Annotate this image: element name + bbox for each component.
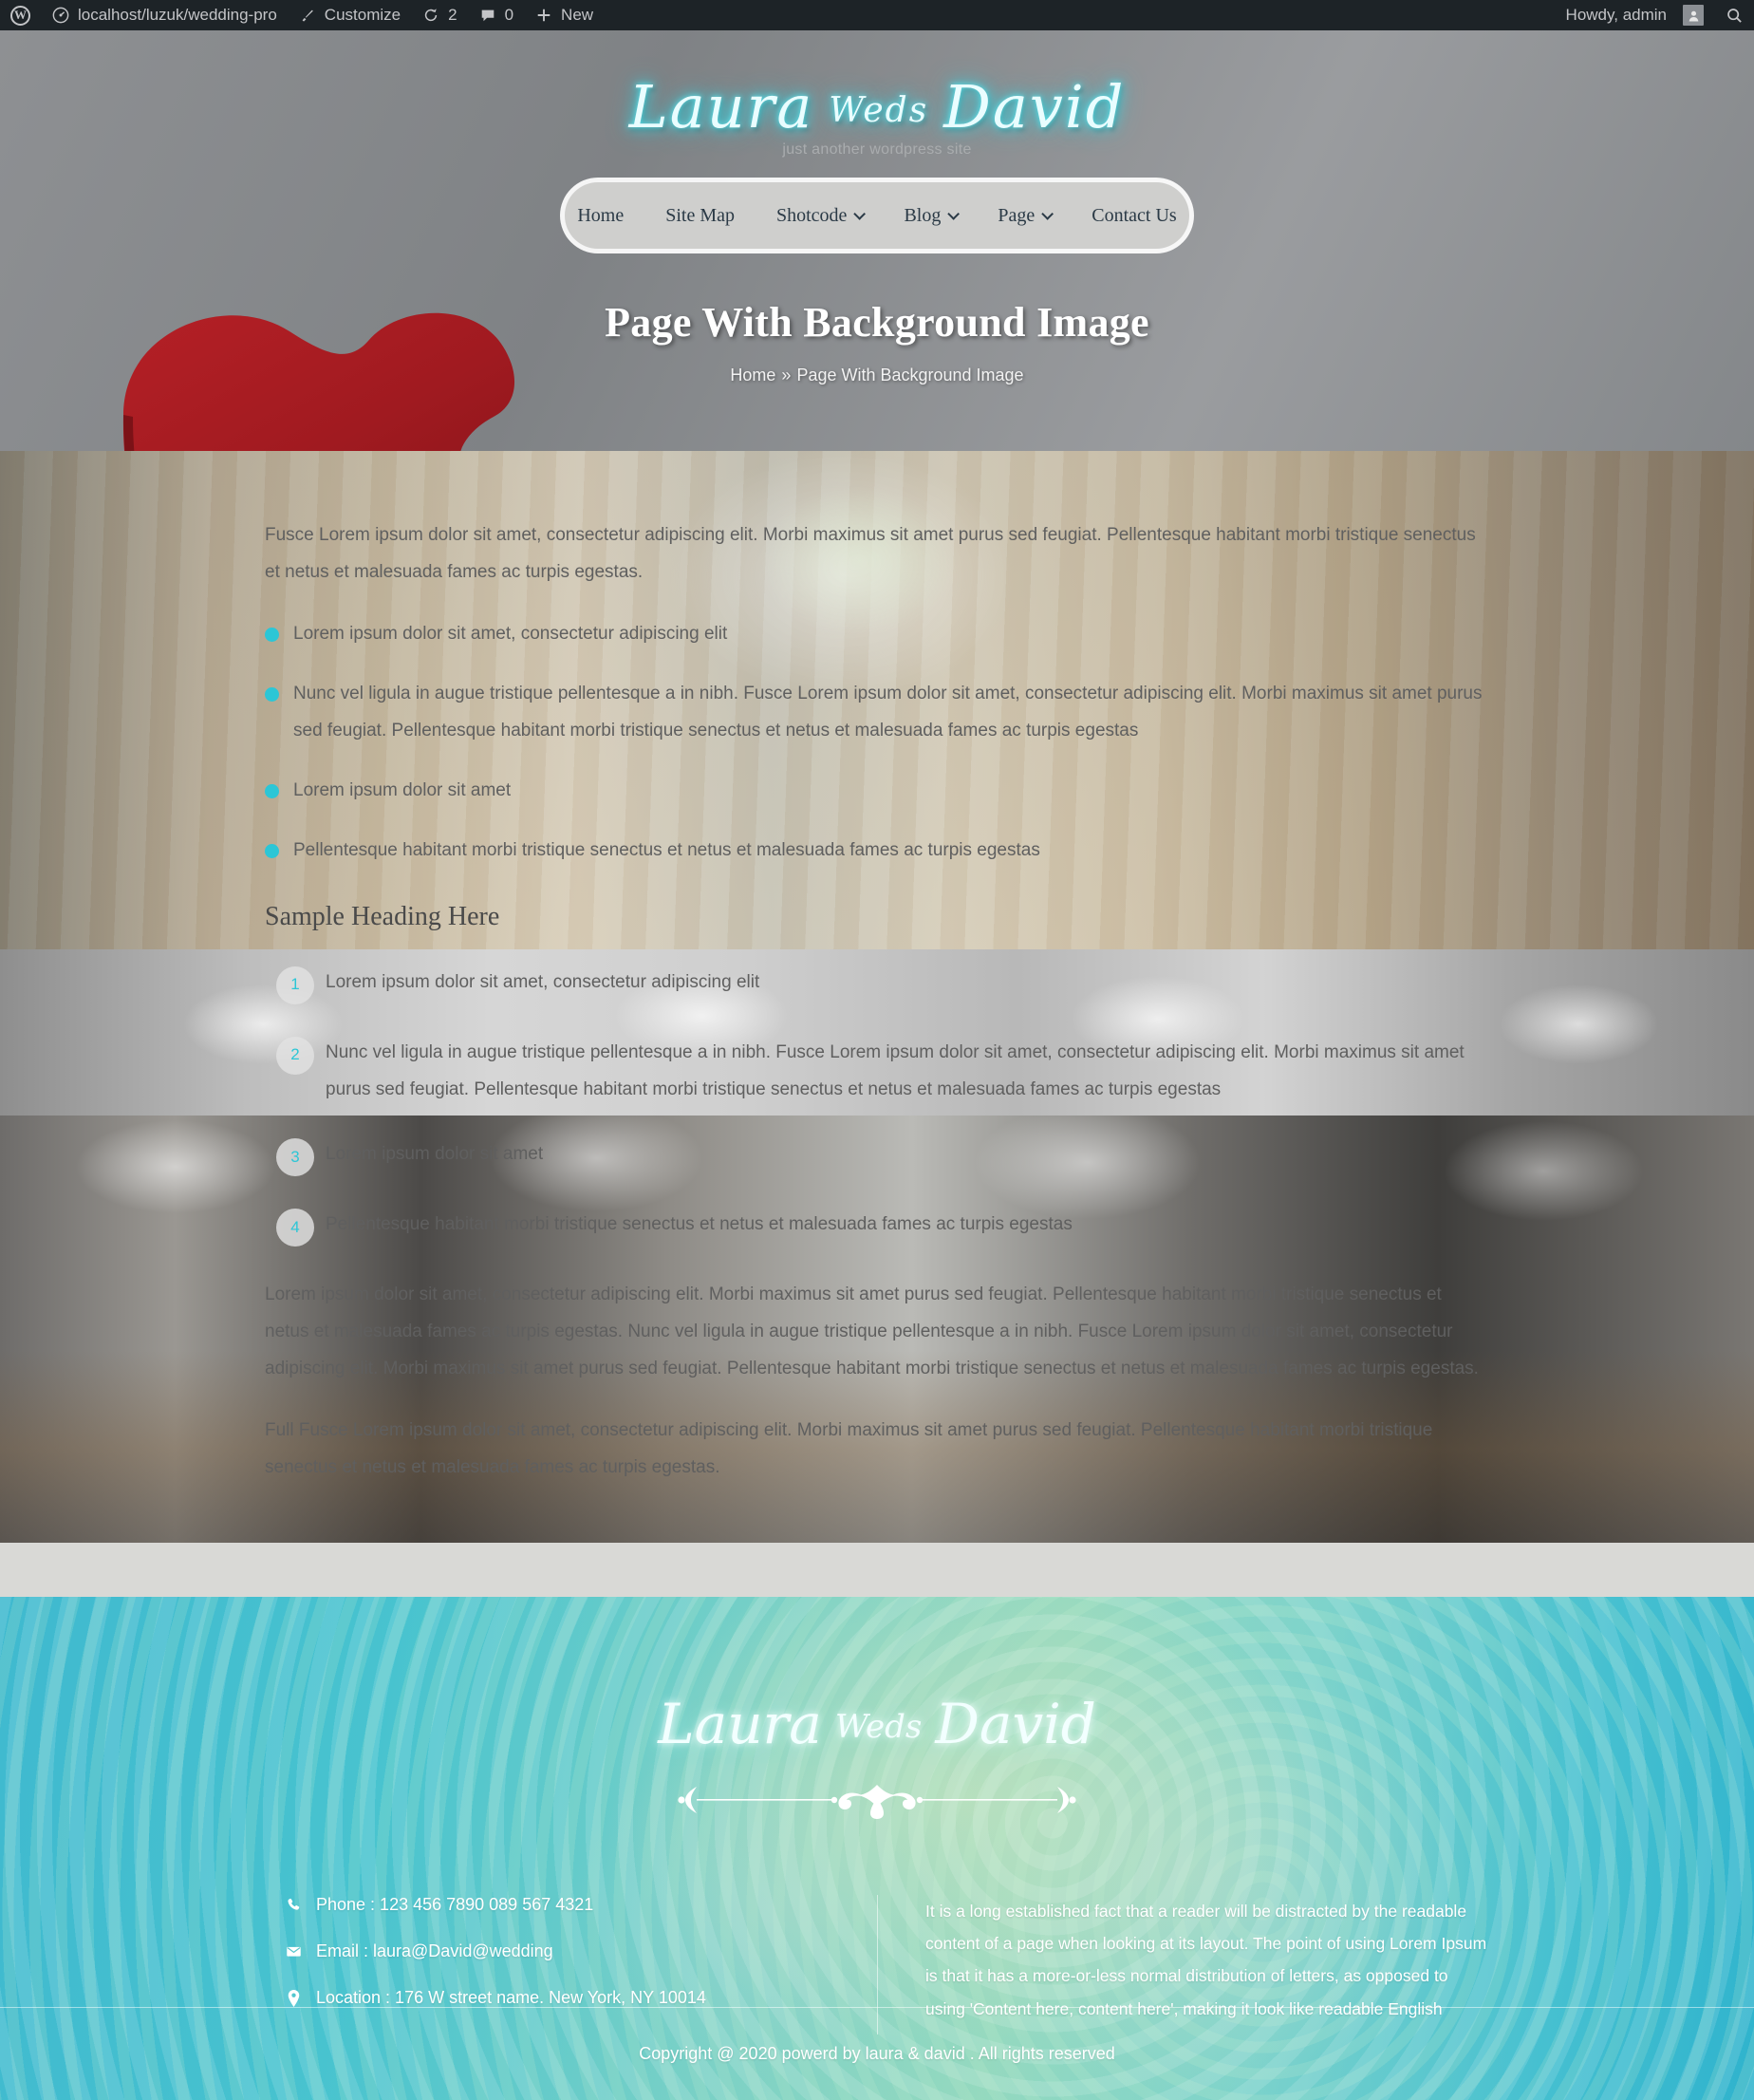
- copyright-text: Copyright @ 2020 powerd by laura & david…: [639, 2044, 1115, 2064]
- comments-link[interactable]: 0: [468, 0, 524, 30]
- page-header: Page With Background Image Home» Page Wit…: [0, 249, 1754, 385]
- list-number-badge: 1: [276, 966, 314, 1004]
- footer-location-row: Location : 176 W street name. New York, …: [284, 1988, 877, 2008]
- nav-label: Contact Us: [1092, 204, 1177, 226]
- site-title[interactable]: Laura Weds David: [0, 76, 1754, 138]
- ornamental-divider-icon: [678, 1785, 1076, 1820]
- breadcrumb-home-link[interactable]: Home: [730, 366, 775, 384]
- customize-link[interactable]: Customize: [288, 0, 411, 30]
- list-item: 3 Lorem ipsum dolor sit amet: [265, 1136, 1489, 1178]
- list-item-text: Pellentesque habitant morbi tristique se…: [326, 1214, 1073, 1235]
- body-paragraph-3: Full Fusce Lorem ipsum dolor sit amet, c…: [265, 1420, 1433, 1478]
- breadcrumb: Home » Page With Background Image: [0, 366, 1754, 385]
- primary-navigation: Home Site Map Shotcode Blog Page Contact…: [565, 182, 1189, 250]
- nav-label: Shotcode: [776, 204, 848, 226]
- site-name-label: localhost/luzuk/wedding-pro: [78, 6, 277, 24]
- site-tagline: just another wordpress site: [782, 141, 972, 159]
- list-item: 1 Lorem ipsum dolor sit amet, consectetu…: [265, 965, 1489, 1006]
- update-arrows-icon: [421, 6, 440, 25]
- list-item-text: Lorem ipsum dolor sit amet: [326, 1144, 544, 1165]
- site-name-menu[interactable]: localhost/luzuk/wedding-pro: [41, 0, 288, 30]
- chevron-down-icon: [947, 207, 961, 220]
- footer-location-text: Location : 176 W street name. New York, …: [316, 1988, 706, 2008]
- customize-label: Customize: [324, 6, 401, 24]
- footer-phone-row: Phone : 123 456 7890 089 567 4321: [284, 1895, 877, 1915]
- nav-label: Blog: [904, 204, 942, 226]
- site-title-last: David: [943, 72, 1126, 141]
- footer-title-first: Laura: [658, 1692, 822, 1757]
- site-branding: Laura Weds David just another wordpress si…: [0, 30, 1754, 159]
- intro-paragraph: Fusce Lorem ipsum dolor sit amet, consec…: [265, 525, 1476, 582]
- footer-email-row: Email : laura@David@wedding: [284, 1941, 877, 1961]
- site-masthead: Laura Weds David just another wordpress si…: [0, 30, 1754, 451]
- footer-inner: Laura Weds David Phone: 123 456 7890 08…: [0, 1597, 1754, 2035]
- list-item: Pellentesque habitant morbi tristique se…: [265, 833, 1489, 870]
- plus-icon: [534, 6, 553, 25]
- paintbrush-icon: [298, 6, 317, 25]
- wp-admin-bar: localhost/luzuk/wedding-pro Customize 2 …: [0, 0, 1754, 30]
- nav-item-page[interactable]: Page: [977, 205, 1071, 227]
- list-item-text: Nunc vel ligula in augue tristique pelle…: [326, 1041, 1465, 1099]
- footer-title-weds: Weds: [834, 1708, 923, 1747]
- howdy-label: Howdy, admin: [1565, 6, 1667, 24]
- bullet-list: Lorem ipsum dolor sit amet, consectetur …: [265, 616, 1489, 870]
- avatar: [1683, 5, 1704, 26]
- nav-menu-list: Home Site Map Shotcode Blog Page Contact…: [556, 205, 1197, 227]
- footer-email-text: Email : laura@David@wedding: [316, 1941, 553, 1961]
- main-content: Fusce Lorem ipsum dolor sit amet, consec…: [0, 451, 1754, 1598]
- list-item-text: Lorem ipsum dolor sit amet, consectetur …: [326, 971, 760, 992]
- content-inner: Fusce Lorem ipsum dolor sit amet, consec…: [265, 451, 1489, 1597]
- list-item: 4 Pellentesque habitant morbi tristique …: [265, 1207, 1489, 1248]
- nav-item-shotcode[interactable]: Shotcode: [756, 205, 883, 227]
- page-title: Page With Background Image: [605, 299, 1149, 347]
- nav-item-home[interactable]: Home: [556, 205, 644, 227]
- phone-icon: [284, 1897, 303, 1913]
- copyright-bar: Copyright @ 2020 powerd by laura & david…: [0, 2007, 1754, 2100]
- dashboard-icon: [51, 6, 70, 25]
- site-title-weds: Weds: [829, 91, 929, 130]
- updates-link[interactable]: 2: [411, 0, 467, 30]
- sample-heading: Sample Heading Here: [265, 901, 500, 931]
- chevron-down-icon: [1041, 207, 1054, 220]
- breadcrumb-separator: »: [781, 366, 792, 385]
- admin-bar-right: Howdy, admin: [1556, 0, 1754, 30]
- body-paragraph-2: Lorem ipsum dolor sit amet, consectetur …: [265, 1284, 1479, 1379]
- list-number-badge: 3: [276, 1138, 314, 1177]
- list-item: Lorem ipsum dolor sit amet: [265, 773, 1489, 810]
- chevron-down-icon: [853, 207, 867, 220]
- footer-title-last: David: [935, 1692, 1096, 1757]
- list-item: Nunc vel ligula in augue tristique pelle…: [265, 676, 1489, 750]
- nav-item-blog[interactable]: Blog: [883, 205, 977, 227]
- breadcrumb-current: Page With Background Image: [796, 366, 1024, 385]
- comment-bubble-icon: [478, 6, 497, 25]
- updates-count: 2: [448, 6, 457, 24]
- comments-count: 0: [504, 6, 514, 24]
- nav-item-contact-us[interactable]: Contact Us: [1071, 205, 1197, 227]
- nav-label: Home: [577, 204, 625, 226]
- site-title-first: Laura: [628, 72, 814, 141]
- footer-branding: Laura Weds David: [0, 1597, 1754, 1823]
- list-item: 2 Nunc vel ligula in augue tristique pel…: [265, 1035, 1489, 1109]
- search-icon: [1725, 6, 1744, 25]
- footer-site-title[interactable]: Laura Weds David: [0, 1692, 1754, 1756]
- search-toggle[interactable]: [1714, 0, 1754, 30]
- footer-about-text: It is a long established fact that a rea…: [925, 1902, 1487, 2018]
- footer-phone-text: Phone : 123 456 7890 089 567 4321: [316, 1895, 594, 1915]
- map-pin-icon: [284, 1989, 303, 2007]
- list-number-badge: 4: [276, 1209, 314, 1247]
- new-label: New: [561, 6, 594, 24]
- nav-label: Site Map: [665, 204, 735, 226]
- list-item: Lorem ipsum dolor sit amet, consectetur …: [265, 616, 1489, 653]
- new-content-link[interactable]: New: [524, 0, 604, 30]
- numbered-list: 1 Lorem ipsum dolor sit amet, consectetu…: [265, 965, 1489, 1249]
- wordpress-logo-icon: [10, 5, 30, 26]
- nav-item-site-map[interactable]: Site Map: [644, 205, 756, 227]
- envelope-icon: [284, 1943, 303, 1959]
- wp-logo-menu[interactable]: [0, 0, 41, 30]
- site-footer: Laura Weds David Phone: 123 456 7890 08…: [0, 1597, 1754, 2100]
- list-number-badge: 2: [276, 1036, 314, 1075]
- nav-label: Page: [998, 204, 1036, 226]
- my-account-menu[interactable]: Howdy, admin: [1556, 0, 1714, 30]
